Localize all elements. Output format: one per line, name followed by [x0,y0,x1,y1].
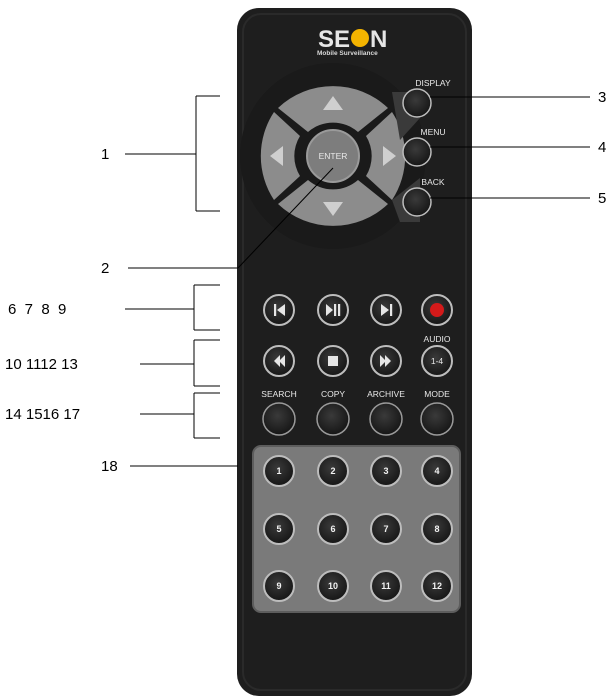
display-label: DISPLAY [415,78,451,88]
callout-14-17: 14 1516 17 [5,406,80,423]
stop-icon [328,356,338,366]
copy-button[interactable] [316,402,350,436]
dpad: ENTER [240,63,426,249]
keypad-label-5: 5 [276,524,281,534]
keypad-label-4: 4 [434,466,439,476]
logo-sun-icon [351,29,369,47]
menu-button[interactable] [402,137,432,167]
keypad-label-3: 3 [383,466,388,476]
back-label: BACK [421,177,444,187]
archive-label: ARCHIVE [367,389,405,399]
logo-text-prefix: SE [318,26,350,53]
keypad-label-6: 6 [330,524,335,534]
search-label: SEARCH [261,389,296,399]
callout-1: 1 [101,146,109,163]
keypad-label-8: 8 [434,524,439,534]
remote-diagram: SE N Mobile Surveillance ENTER DISPLAY M… [5,8,606,696]
keypad-label-7: 7 [383,524,388,534]
callout-10-13: 10 1112 13 [5,356,78,373]
enter-label: ENTER [319,151,348,161]
search-button[interactable] [262,402,296,436]
logo-tagline: Mobile Surveillance [317,50,378,57]
display-button[interactable] [402,88,432,118]
copy-label: COPY [321,389,345,399]
callout-4: 4 [598,139,606,156]
mode-label: MODE [424,389,450,399]
callout-18: 18 [101,458,118,475]
logo-text-suffix: N [370,26,387,53]
record-icon [430,303,444,317]
menu-label: MENU [420,127,445,137]
callout-3: 3 [598,89,606,106]
keypad-label-10: 10 [328,581,338,591]
keypad-label-1: 1 [276,466,281,476]
keypad-label-9: 9 [276,581,281,591]
mode-button[interactable] [420,402,454,436]
audio-label: AUDIO [424,334,451,344]
archive-button[interactable] [369,402,403,436]
keypad-label-11: 11 [381,581,391,591]
callout-6-9: 6 7 8 9 [8,301,66,318]
back-button[interactable] [402,187,432,217]
audio-range-label: 1-4 [431,356,444,366]
keypad-label-12: 12 [432,581,442,591]
callout-5: 5 [598,190,606,207]
keypad-label-2: 2 [330,466,335,476]
callout-2: 2 [101,260,109,277]
